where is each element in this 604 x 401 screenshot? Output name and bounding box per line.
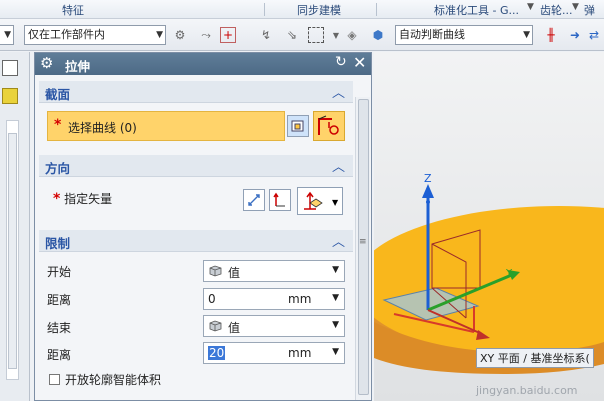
chevron-down-icon: ▼ [332, 265, 339, 275]
path-icon[interactable]: ⇄ [586, 27, 602, 43]
required-marker: * [54, 117, 62, 133]
vector-type-dropdown[interactable]: ▼ [297, 187, 343, 215]
coordinate-tooltip: XY 平面 / 基准坐标系( [476, 348, 594, 368]
z-axis-point [426, 200, 430, 204]
chevron-down-icon[interactable]: ▼ [332, 293, 339, 303]
sketch-section-icon[interactable] [287, 115, 309, 137]
limits-header[interactable]: 限制 ︿ [39, 230, 353, 252]
chevron-up-icon[interactable]: ︿ [332, 156, 345, 175]
distance-start-unit: mm [288, 292, 312, 306]
start-limit-value: 值 [228, 266, 241, 280]
distance-end-value: 20 [208, 346, 226, 360]
ribbon-group-features[interactable]: 特征 [62, 2, 84, 18]
chevron-down-icon: ▼ [332, 320, 339, 330]
gear-icon[interactable]: ⚙ [40, 54, 53, 72]
scrollbar-thumb[interactable] [8, 133, 17, 369]
edge-snap-icon[interactable]: ⇘ [284, 27, 300, 43]
start-label: 开始 [47, 265, 72, 279]
ribbon-group-bar: 特征 同步建模 标准化工具 - G... ▼ 齿轮... ▼ 弹 [0, 0, 604, 19]
stop-at-intersection-icon[interactable]: ╫ [543, 27, 559, 43]
end-limit-value: 值 [228, 321, 241, 335]
cube-outline-icon[interactable]: ◈ [344, 27, 360, 43]
curve-rule-combo[interactable]: 自动判断曲线 ▼ [395, 25, 533, 45]
limits-header-label: 限制 [45, 236, 71, 251]
value-icon [209, 320, 222, 332]
watermark: jingyan.baidu.com [476, 384, 578, 397]
ribbon-group-spring[interactable]: 弹 [584, 2, 595, 18]
scrollbar-grip-icon: ≡ [359, 237, 367, 247]
graphics-window[interactable]: Z Y XY 平面 / 基准坐标系( jingyan.baidu.com [374, 52, 604, 401]
section-header-label: 截面 [45, 87, 71, 102]
chevron-down-icon: ▼ [156, 30, 163, 40]
reset-icon[interactable]: ↻ [335, 54, 347, 70]
distance-end-label: 距离 [47, 348, 72, 362]
end-label: 结束 [47, 321, 72, 335]
solid-cube-icon[interactable]: ⬢ [370, 27, 386, 43]
ribbon-group-standard-tools[interactable]: 标准化工具 - G... [434, 2, 519, 18]
ribbon-group-sync-modeling[interactable]: 同步建模 [297, 2, 341, 18]
z-axis-label: Z [424, 172, 432, 185]
direction-header-label: 方向 [45, 161, 71, 176]
chevron-down-icon[interactable]: ▼ [328, 27, 344, 43]
dialog-scrollbar[interactable]: ≡ [355, 97, 370, 400]
chevron-down-icon: ▼ [523, 30, 530, 40]
required-marker: * [53, 191, 61, 207]
select-curve-row[interactable]: * 选择曲线 (0) [47, 111, 285, 141]
chevron-down-icon[interactable]: ▼ [332, 347, 339, 357]
filter-icon[interactable]: ⤳ [198, 27, 214, 43]
chevron-up-icon[interactable]: ︿ [332, 82, 345, 101]
follow-fillet-icon[interactable]: ➜ [567, 27, 583, 43]
ribbon-divider [264, 3, 265, 16]
rectangle-select-icon[interactable] [308, 27, 324, 43]
selection-scope-value: 仅在工作部件内 [28, 28, 105, 41]
layer-icon[interactable] [2, 88, 18, 104]
distance-start-value: 0 [208, 292, 216, 306]
point-snap-icon[interactable]: + [220, 27, 236, 43]
extrude-dialog: ⚙ 拉伸 ↻ ✕ 截面 ︿ * 选择曲线 (0) 方向 ︿ * 指定矢量 ▼ 限… [34, 52, 372, 401]
toolbar-combo-left[interactable]: ▼ [0, 25, 14, 45]
vector-dialog-icon[interactable] [269, 189, 291, 211]
direction-header[interactable]: 方向 ︿ [39, 155, 353, 177]
dialog-title-bar[interactable]: ⚙ 拉伸 ↻ ✕ [35, 53, 371, 75]
snap-icon[interactable]: ⚙ [172, 27, 188, 43]
selection-toolbar: ▼ 仅在工作部件内 ▼ ⚙ ⤳ + ↯ ⇘ ▼ ◈ ⬢ 自动判断曲线 ▼ ╫ ➜… [0, 19, 604, 51]
window-icon[interactable] [2, 60, 18, 76]
ribbon-divider [376, 3, 377, 16]
selection-scope-combo[interactable]: 仅在工作部件内 ▼ [24, 25, 166, 45]
distance-end-unit: mm [288, 346, 312, 360]
value-icon [209, 265, 222, 277]
start-limit-dropdown[interactable]: 值 ▼ [203, 260, 345, 282]
ribbon-group-gear[interactable]: 齿轮... [540, 2, 573, 18]
chevron-up-icon[interactable]: ︿ [332, 231, 345, 250]
select-curve-label: 选择曲线 (0) [68, 121, 137, 135]
open-profile-checkbox[interactable] [49, 374, 60, 385]
z-axis-arrow [422, 184, 434, 198]
resource-scrollbar[interactable] [6, 120, 19, 380]
section-header[interactable]: 截面 ︿ [39, 81, 353, 103]
open-profile-label: 开放轮廓智能体积 [65, 373, 162, 387]
svg-text:▼: ▼ [332, 198, 339, 207]
specify-vector-label: 指定矢量 [64, 192, 113, 206]
chevron-down-icon[interactable]: ▼ [572, 2, 579, 12]
curve-snap-icon[interactable]: ↯ [258, 27, 274, 43]
dialog-title: 拉伸 [65, 59, 91, 74]
end-limit-dropdown[interactable]: 值 ▼ [203, 315, 345, 337]
scrollbar-thumb[interactable] [358, 99, 369, 395]
close-icon[interactable]: ✕ [353, 53, 366, 72]
distance-end-input[interactable]: 20 mm ▼ [203, 342, 345, 364]
curve-select-icon[interactable] [313, 111, 345, 141]
chevron-down-icon[interactable]: ▼ [527, 2, 534, 12]
resource-bar [0, 52, 30, 401]
y-axis-label: Y [505, 268, 513, 279]
reverse-direction-icon[interactable] [243, 189, 265, 211]
curve-rule-value: 自动判断曲线 [399, 28, 465, 41]
specify-vector-row: * 指定矢量 [53, 190, 112, 207]
distance-start-input[interactable]: 0 mm ▼ [203, 288, 345, 310]
distance-start-label: 距离 [47, 293, 72, 307]
